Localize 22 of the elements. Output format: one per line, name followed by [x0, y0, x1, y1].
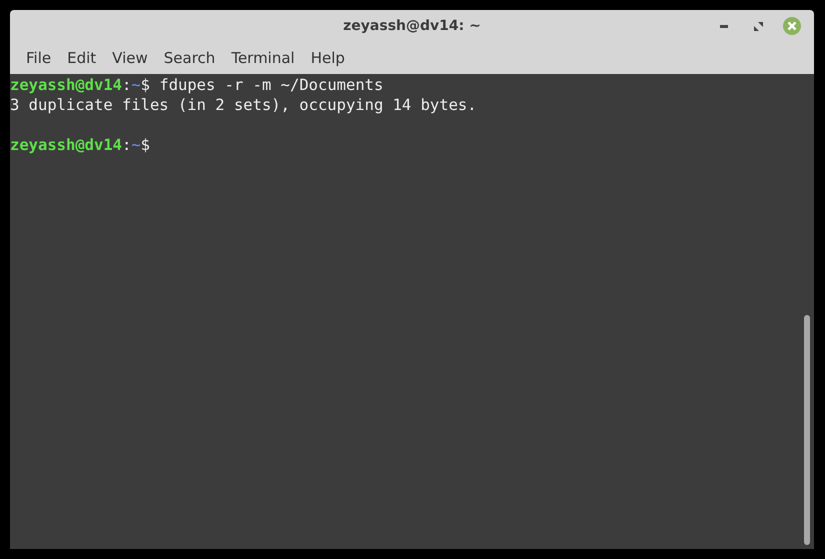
- scrollbar-thumb[interactable]: [804, 315, 810, 545]
- prompt-symbol: $: [140, 76, 150, 94]
- menu-item[interactable]: Terminal: [223, 44, 303, 72]
- prompt-user: zeyassh@dv14: [10, 76, 122, 94]
- menu-item[interactable]: Help: [302, 44, 353, 72]
- prompt-path: ~: [131, 76, 141, 94]
- output-text: 3 duplicate files (in 2 sets), occupying 14 bytes.: [10, 96, 477, 114]
- close-icon: [783, 17, 801, 35]
- prompt-separator: :: [122, 76, 132, 94]
- menu-item[interactable]: Edit: [59, 44, 104, 72]
- prompt-user: zeyassh@dv14: [10, 136, 122, 154]
- prompt-path: ~: [131, 136, 141, 154]
- command-text: fdupes -r -m ~/Documents: [159, 76, 384, 94]
- menu-item[interactable]: Search: [156, 44, 224, 72]
- minimize-icon: [720, 24, 728, 28]
- terminal-area[interactable]: zeyassh@dv14:~$ fdupes -r -m ~/Documents 3 duplicate files (in 2 sets), occupying 14 bytes. zeyassh@dv14:~$: [10, 74, 814, 549]
- window-title: zeyassh@dv14: ~: [343, 16, 481, 36]
- menu-item[interactable]: View: [104, 44, 156, 72]
- prompt-separator: :: [122, 136, 132, 154]
- maximize-icon: [754, 22, 762, 30]
- menu-item[interactable]: File: [18, 44, 60, 72]
- prompt-symbol: $: [140, 136, 150, 154]
